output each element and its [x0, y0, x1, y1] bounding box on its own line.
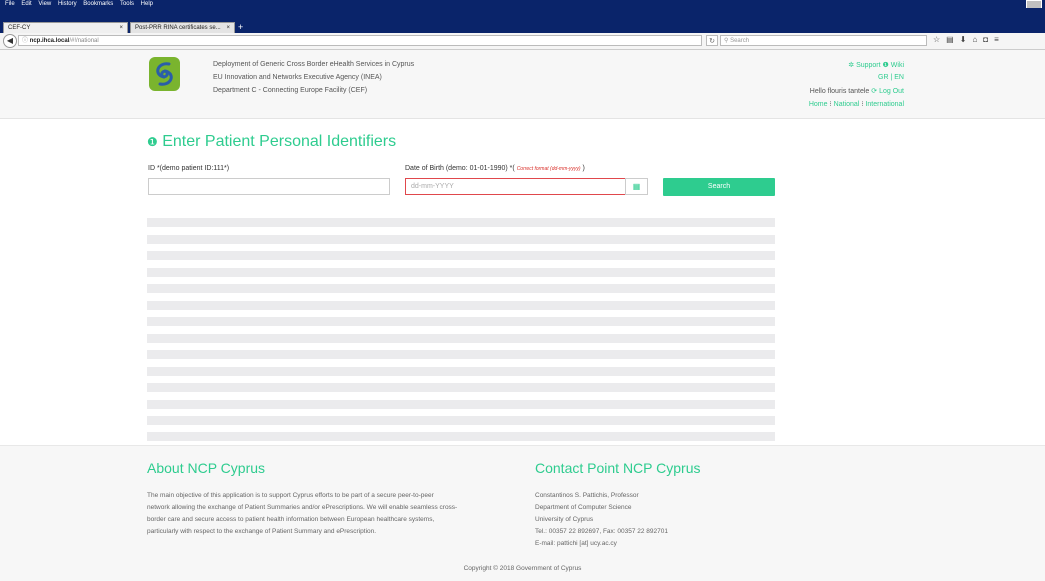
site-header: Deployment of Generic Cross Border eHeal… — [0, 50, 1045, 119]
nav-home[interactable]: Home — [809, 101, 828, 108]
main-nav: Home ⁝ National ⁝ International — [809, 100, 904, 108]
home-icon[interactable]: ⌂ — [972, 35, 983, 44]
calendar-icon[interactable]: ▦ — [625, 178, 648, 195]
nav-national[interactable]: National — [834, 101, 860, 108]
table-row — [147, 432, 775, 441]
menu-tools[interactable]: Tools — [120, 0, 134, 8]
reload-icon[interactable]: ↻ — [706, 35, 718, 46]
date-of-birth-input[interactable]: dd-mm-YYYY — [405, 178, 626, 195]
table-row — [147, 284, 775, 293]
url-bar[interactable]: ⓘ ncp.ihca.local/#!/national — [18, 35, 702, 46]
dob-placeholder: dd-mm-YYYY — [411, 183, 454, 190]
bookmarks-icon[interactable]: ▤ — [946, 35, 960, 44]
greeting-text: Hello flouris tantele — [809, 88, 870, 95]
lang-gr-link[interactable]: GR — [878, 74, 889, 81]
table-row — [147, 367, 775, 376]
about-title: About NCP Cyprus — [147, 460, 266, 476]
nav-separator: ⁝ — [829, 101, 832, 108]
about-line: The main objective of this application i… — [147, 492, 434, 499]
table-row — [147, 251, 775, 260]
contact-text: Constantinos S. Pattichis, Professor Dep… — [535, 490, 668, 550]
pocket-icon[interactable]: ◘ — [983, 35, 994, 44]
menu-help[interactable]: Help — [141, 0, 153, 8]
table-row — [147, 416, 775, 425]
dob-label-end: ) — [582, 165, 585, 172]
dob-format-hint: Correct format (dd-mm-yyyy) — [516, 166, 581, 172]
back-button[interactable]: ◀ — [3, 34, 17, 48]
table-row — [147, 383, 775, 392]
page-title-text: Enter Patient Personal Identifiers — [162, 133, 397, 150]
page-title: ❶ Enter Patient Personal Identifiers — [147, 133, 396, 151]
menu-history[interactable]: History — [58, 0, 77, 8]
contact-line: Tel.: 00357 22 892697, Fax: 00357 22 892… — [535, 528, 668, 535]
info-icon: ⓘ — [22, 38, 30, 44]
about-text: The main objective of this application i… — [147, 490, 457, 538]
nav-international[interactable]: International — [865, 101, 904, 108]
table-row — [147, 317, 775, 326]
tab-cef-cy[interactable]: CEF-CY × — [3, 22, 128, 33]
id-label: ID *(demo patient ID:111*) — [148, 165, 230, 172]
browser-navbar: ◀ ⓘ ncp.ihca.local/#!/national ↻ ⚲ Searc… — [0, 33, 1045, 50]
contact-line: E-mail: pattichi [at] ucy.ac.cy — [535, 540, 617, 547]
lang-en-link[interactable]: EN — [894, 74, 904, 81]
menu-view[interactable]: View — [38, 0, 51, 8]
copyright: Copyright © 2018 Government of Cyprus — [463, 565, 582, 572]
table-row — [147, 235, 775, 244]
info-circle-icon: ❶ — [147, 135, 158, 149]
support-link[interactable]: Support — [856, 62, 881, 69]
nav-separator: ⁝ — [861, 101, 864, 108]
header-line-3: Department C - Connecting Europe Facilit… — [213, 87, 368, 94]
toolbar-icons: ☆▤⬇⌂◘≡ — [933, 35, 1005, 44]
search-placeholder: Search — [730, 38, 750, 44]
menu-file[interactable]: File — [5, 0, 15, 8]
table-row — [147, 301, 775, 310]
gear-icon: ✲ — [848, 62, 855, 69]
header-line-1: Deployment of Generic Cross Border eHeal… — [213, 61, 415, 68]
info-icon: ❶ — [882, 62, 889, 69]
url-path: /#!/national — [69, 38, 99, 44]
download-icon[interactable]: ⬇ — [960, 35, 973, 44]
menu-bookmarks[interactable]: Bookmarks — [83, 0, 113, 8]
site-footer: About NCP Cyprus The main objective of t… — [0, 445, 1045, 581]
logout-icon: ⟳ — [871, 88, 878, 95]
contact-title: Contact Point NCP Cyprus — [535, 460, 701, 476]
table-row — [147, 218, 775, 227]
menu-icon[interactable]: ≡ — [994, 35, 1005, 44]
contact-line: Constantinos S. Pattichis, Professor — [535, 492, 639, 499]
table-row — [147, 400, 775, 409]
contact-line: University of Cyprus — [535, 516, 594, 523]
lang-separator: | — [890, 74, 893, 81]
user-greeting: Hello flouris tantele ⟳ Log Out — [810, 87, 904, 95]
table-row — [147, 350, 775, 359]
browser-search-input[interactable]: ⚲ Search — [720, 35, 927, 46]
search-button[interactable]: Search — [663, 178, 775, 196]
about-line: network allowing the exchange of Patient… — [147, 504, 458, 511]
about-line: border care and secure access to patient… — [147, 516, 435, 523]
language-switch: GR | EN — [878, 74, 904, 81]
patient-id-input[interactable] — [148, 178, 390, 195]
tab-rina-certificates[interactable]: Post-PRR RINA certificates se... × — [130, 22, 235, 33]
new-tab-button[interactable]: + — [238, 22, 243, 33]
menu-edit[interactable]: Edit — [21, 0, 31, 8]
support-links: ✲ Support ❶ Wiki — [848, 61, 904, 69]
tab-label: CEF-CY — [8, 25, 31, 31]
star-icon[interactable]: ☆ — [933, 35, 946, 44]
table-row — [147, 268, 775, 277]
contact-line: Department of Computer Science — [535, 504, 632, 511]
wiki-link[interactable]: Wiki — [891, 62, 904, 69]
tab-label: Post-PRR RINA certificates se... — [135, 25, 221, 31]
browser-tabbar: CEF-CY × Post-PRR RINA certificates se..… — [0, 8, 1045, 33]
dob-label-text: Date of Birth (demo: 01-01-1990) *( — [405, 165, 515, 172]
dob-label: Date of Birth (demo: 01-01-1990) *( Corr… — [405, 165, 585, 172]
url-host: ncp.ihca.local — [29, 38, 70, 44]
logout-link[interactable]: Log Out — [879, 88, 904, 95]
header-line-2: EU Innovation and Networks Executive Age… — [213, 74, 382, 81]
about-line: particularly with respect to the exchang… — [147, 528, 377, 535]
table-row — [147, 334, 775, 343]
cef-cy-logo — [149, 57, 180, 91]
browser-menubar: File Edit View History Bookmarks Tools H… — [0, 0, 1045, 9]
